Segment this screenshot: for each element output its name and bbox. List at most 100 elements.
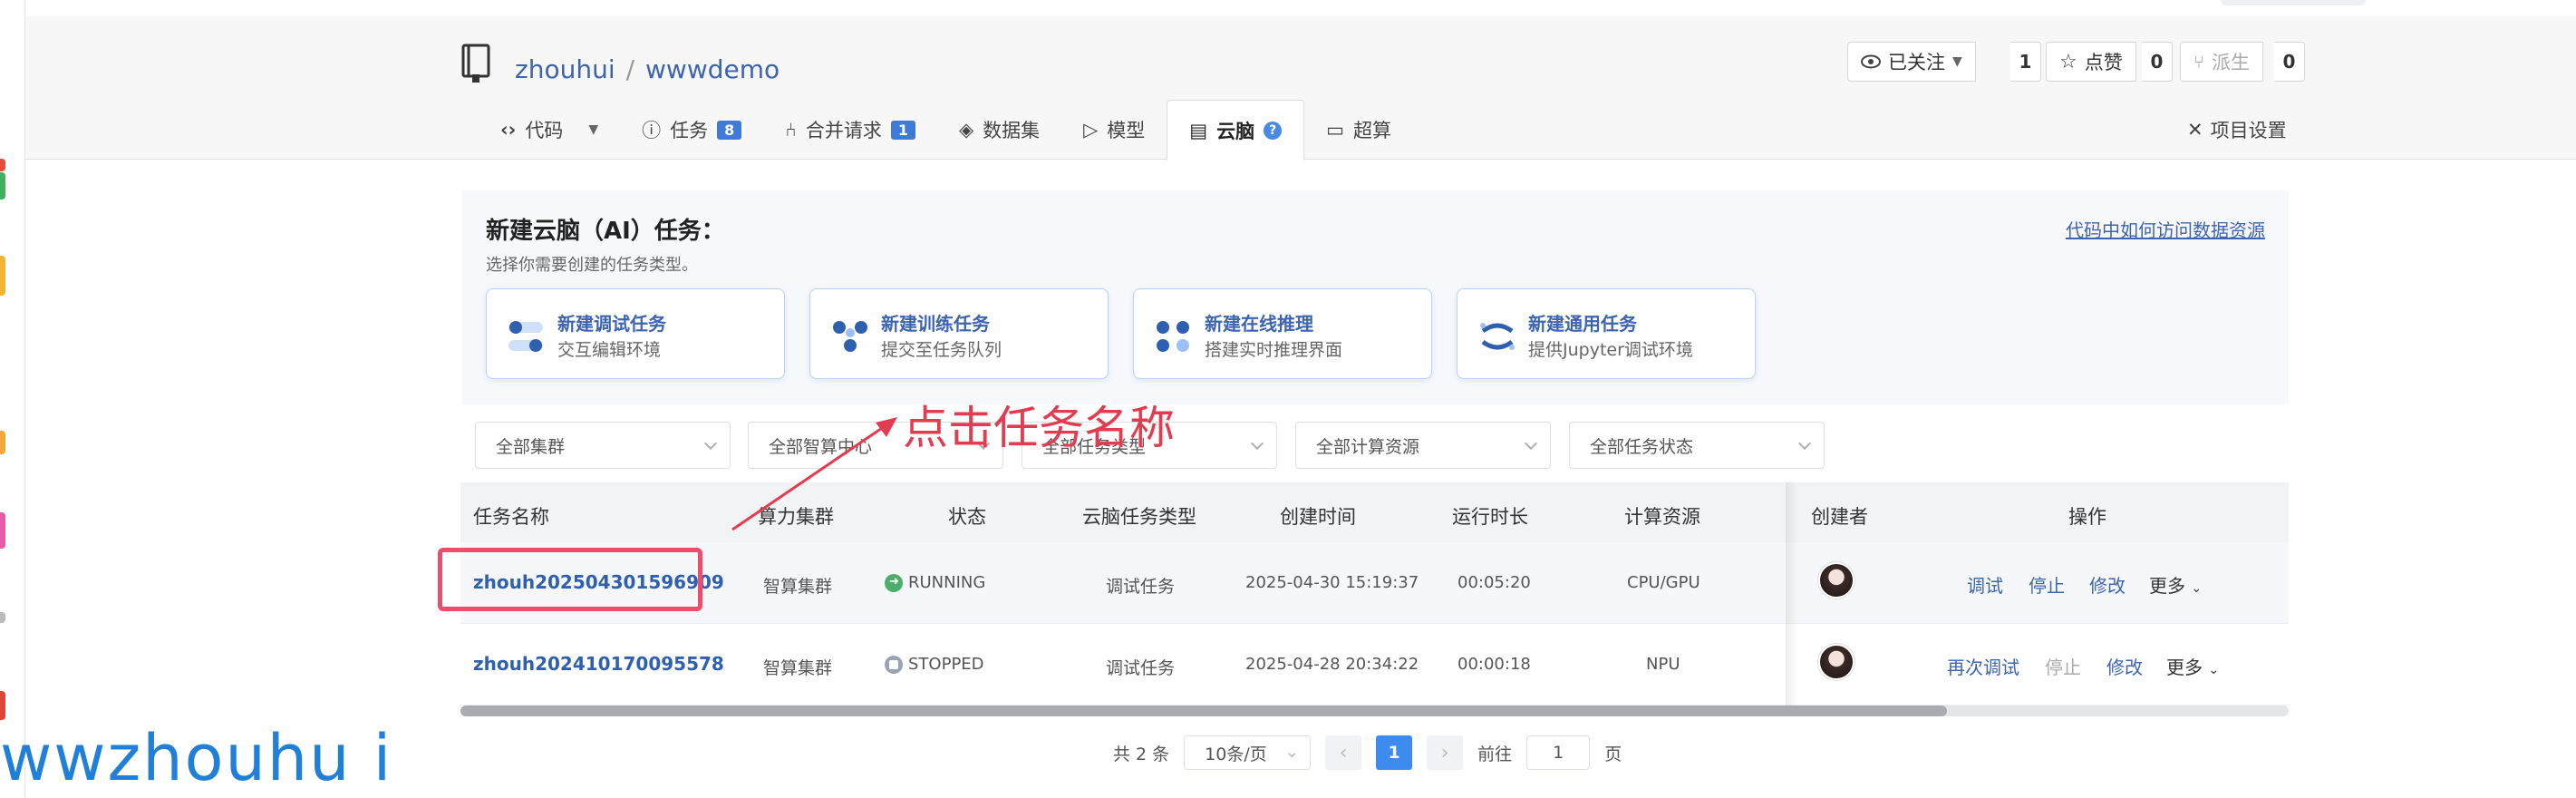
- app-dot-gray[interactable]: [0, 612, 5, 623]
- page-number-1[interactable]: 1: [1376, 735, 1413, 770]
- fork-button[interactable]: ⑂ 派生: [2180, 42, 2263, 82]
- app-dot-red2[interactable]: [0, 691, 5, 720]
- tab-cloudbrain[interactable]: ▤ 云脑 ?: [1167, 100, 1305, 161]
- more-label: 更多: [2166, 657, 2203, 678]
- fixed-column-shadow: [1786, 482, 1798, 706]
- toggle-icon: [508, 321, 543, 352]
- network-icon: [833, 321, 867, 352]
- create-inference-task-card[interactable]: 新建在线推理 搭建实时推理界面: [1133, 288, 1432, 379]
- tab-supercomputing[interactable]: ▭ 超算: [1304, 100, 1413, 160]
- issues-count-badge: 8: [717, 120, 742, 140]
- watch-count[interactable]: 1: [2010, 42, 2041, 82]
- annotation-highlight-box: [438, 548, 702, 611]
- total-count: 共 2 条: [1113, 744, 1170, 764]
- app-dot-red[interactable]: [0, 159, 5, 171]
- cluster-cell: 智算集群: [763, 658, 833, 678]
- repo-tabs: ‹› 代码 ▼ ⓘ 任务 8 ⑃ 合并请求 1 ◈ 数据集 ▷ 模型 ▤ 云脑 …: [479, 100, 1413, 161]
- breadcrumb-separator: /: [625, 54, 635, 84]
- created-cell: 2025-04-28 20:34:22: [1245, 655, 1419, 674]
- resource-cell: NPU: [1646, 655, 1680, 674]
- task-type-cell: 调试任务: [1106, 658, 1176, 678]
- watermark-text: wwzhouhu i: [0, 721, 393, 795]
- project-settings-link[interactable]: ✕ 项目设置: [2187, 116, 2287, 143]
- tab-code[interactable]: ‹› 代码 ▼: [479, 100, 620, 160]
- create-task-title: 新建云脑（AI）任务：: [486, 218, 725, 245]
- cluster-filter-value: 全部集群: [496, 436, 566, 457]
- issue-icon: ⓘ: [642, 120, 662, 141]
- avatar[interactable]: [1818, 562, 1855, 598]
- card-title: 新建训练任务: [881, 313, 990, 335]
- app-dot-green[interactable]: [0, 172, 5, 200]
- tools-icon: ✕: [2187, 119, 2203, 141]
- create-train-task-card[interactable]: 新建训练任务 提交至任务队列: [809, 288, 1109, 379]
- app-dot-yellow[interactable]: [0, 256, 5, 296]
- chevron-down-icon: [1250, 436, 1264, 451]
- cluster-filter[interactable]: 全部集群: [475, 422, 731, 469]
- card-title: 新建在线推理: [1205, 313, 1313, 335]
- side-app-strip: [0, 0, 25, 798]
- code-icon: ‹›: [500, 119, 517, 141]
- edit-button[interactable]: 修改: [2089, 571, 2126, 598]
- fork-icon: ⑂: [2193, 51, 2204, 73]
- watch-button[interactable]: 已关注 ▼: [1847, 42, 1976, 82]
- create-debug-task-card[interactable]: 新建调试任务 交互编辑环境: [486, 288, 785, 379]
- repo-owner-link[interactable]: zhouhui: [515, 54, 615, 84]
- help-icon[interactable]: ?: [1264, 121, 1283, 140]
- table-row: zhouh202504301596909 智算集群 ➜ RUNNING 调试任务 …: [460, 542, 2289, 624]
- watch-label: 已关注: [1888, 52, 1945, 73]
- repo-header: zhouhui / wwwdemo 已关注 ▼ 1 ☆ 点赞 0 ⑂ 派生 0 ‹›…: [25, 16, 2576, 161]
- layers-icon: ◈: [958, 119, 974, 141]
- scrollbar-thumb[interactable]: [460, 706, 1947, 716]
- star-count[interactable]: 0: [2142, 42, 2173, 82]
- duration-cell: 00:00:18: [1457, 655, 1531, 674]
- table-row: zhouh202410170095578 智算集群 STOPPED 调试任务 2…: [460, 624, 2289, 706]
- resource-filter[interactable]: 全部计算资源: [1295, 422, 1551, 469]
- fork-count[interactable]: 0: [2274, 42, 2305, 82]
- page-size-select[interactable]: 10条/页 ⌄: [1184, 735, 1312, 770]
- data-access-help-link[interactable]: 代码中如何访问数据资源: [2066, 216, 2265, 242]
- debug-button[interactable]: 调试: [1967, 571, 2003, 598]
- create-task-panel: 新建云脑（AI）任务： 选择你需要创建的任务类型。 代码中如何访问数据资源 新建…: [462, 190, 2289, 404]
- tab-models[interactable]: ▷ 模型: [1061, 100, 1167, 160]
- app-dot-orange[interactable]: [0, 431, 5, 454]
- tab-models-label: 模型: [1107, 120, 1146, 141]
- star-button[interactable]: ☆ 点赞: [2046, 42, 2136, 82]
- status-filter-value: 全部任务状态: [1590, 436, 1694, 457]
- status-filter[interactable]: 全部任务状态: [1569, 422, 1825, 469]
- create-general-task-card[interactable]: 新建通用任务 提供Jupyter调试环境: [1457, 288, 1756, 379]
- cluster-cell: 智算集群: [763, 577, 833, 597]
- rerun-debug-button[interactable]: 再次调试: [1947, 653, 2019, 679]
- tab-issues[interactable]: ⓘ 任务 8: [620, 100, 763, 160]
- stop-button[interactable]: 停止: [2029, 571, 2065, 598]
- col-cluster: 算力集群: [758, 506, 834, 528]
- col-status: 状态: [948, 506, 986, 528]
- chevron-down-icon: [1797, 436, 1812, 451]
- tab-pull-requests[interactable]: ⑃ 合并请求 1: [763, 100, 937, 160]
- repo-book-icon: [461, 44, 490, 83]
- task-type-cell: 调试任务: [1106, 577, 1176, 597]
- resource-filter-value: 全部计算资源: [1316, 436, 1420, 457]
- goto-page-input[interactable]: 1: [1526, 735, 1591, 770]
- prev-page-button[interactable]: ‹: [1325, 735, 1362, 770]
- edit-button[interactable]: 修改: [2106, 653, 2143, 679]
- pagination: 共 2 条 10条/页 ⌄ ‹ 1 › 前往 1 页: [1113, 735, 1622, 771]
- more-dropdown[interactable]: 更多 ⌄: [2149, 571, 2202, 598]
- card-desc: 搭建实时推理界面: [1205, 340, 1343, 360]
- task-name-link[interactable]: zhouh202410170095578: [473, 653, 724, 675]
- app-dot-pink[interactable]: [0, 512, 5, 549]
- stop-button[interactable]: 停止: [2045, 653, 2081, 679]
- more-dropdown[interactable]: 更多 ⌄: [2166, 653, 2219, 679]
- repo-name-link[interactable]: wwwdemo: [645, 54, 780, 84]
- next-page-button[interactable]: ›: [1427, 735, 1464, 770]
- avatar[interactable]: [1818, 644, 1855, 680]
- tab-datasets[interactable]: ◈ 数据集: [937, 100, 1061, 160]
- running-status-icon: ➜: [885, 574, 903, 592]
- top-search-bar[interactable]: [2221, 0, 2366, 5]
- card-desc: 提交至任务队列: [881, 340, 1002, 360]
- col-task-type: 云脑任务类型: [1082, 506, 1196, 528]
- col-created: 创建时间: [1280, 506, 1356, 528]
- task-table: 任务名称 算力集群 状态 云脑任务类型 创建时间 运行时长 计算资源 创建者 操…: [460, 482, 2289, 716]
- table-horizontal-scrollbar[interactable]: [460, 706, 2289, 716]
- table-header: 任务名称 算力集群 状态 云脑任务类型 创建时间 运行时长 计算资源 创建者 操…: [460, 482, 2289, 542]
- tab-code-label: 代码: [525, 120, 564, 141]
